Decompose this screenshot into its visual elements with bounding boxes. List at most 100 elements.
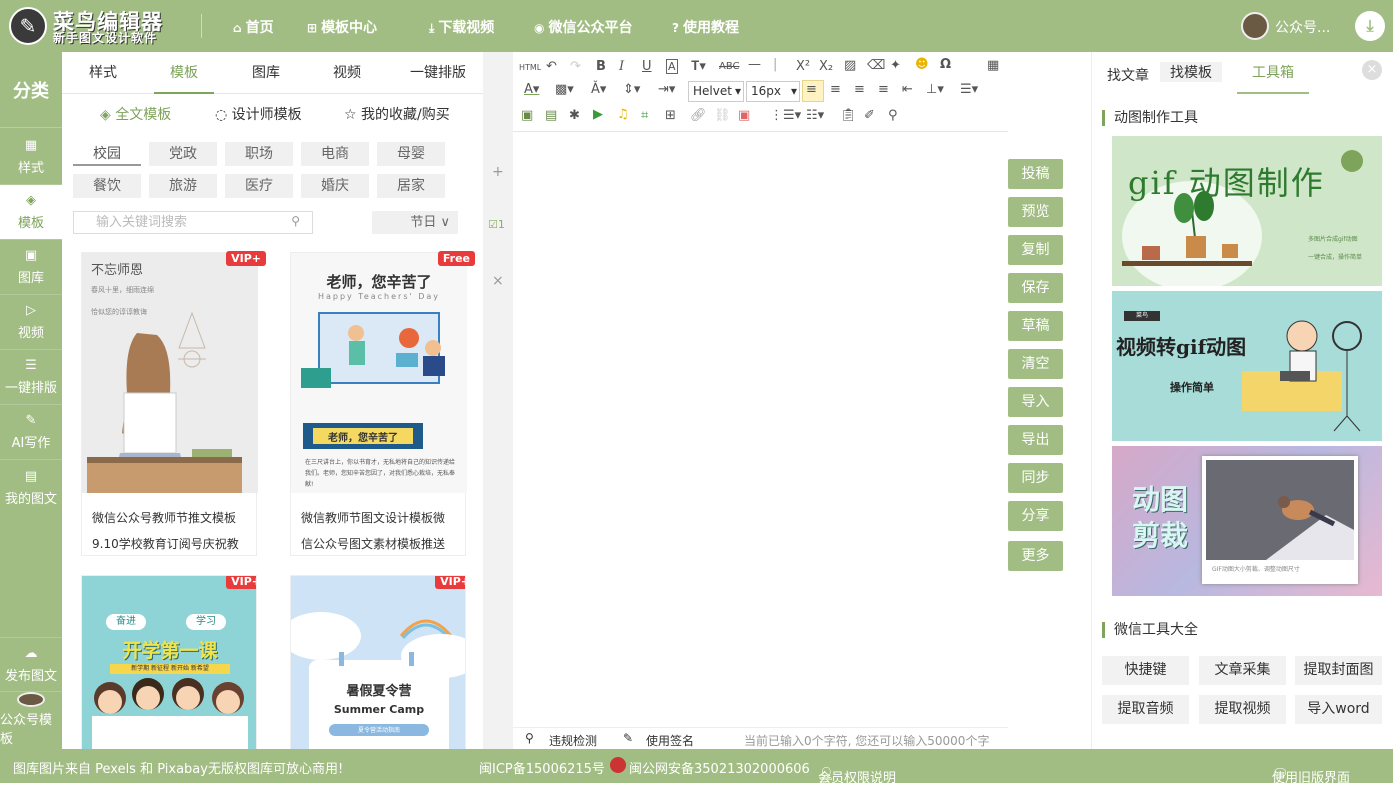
sidebar-item-ai-write[interactable]: ✎ AI写作 — [0, 405, 62, 460]
extract-audio-button[interactable]: 提取音频 — [1102, 695, 1189, 724]
font-color-icon[interactable]: A▾ — [524, 82, 539, 97]
subtab-full-template[interactable]: ◈ 全文模板 — [100, 104, 171, 124]
sidebar-item-template[interactable]: ◈ 模板 — [0, 185, 62, 240]
redo-icon[interactable]: ↷ — [570, 59, 581, 74]
sidebar-item-my-articles[interactable]: ▤ 我的图文 — [0, 460, 62, 515]
nav-wechat[interactable]: ◉ 微信公众平台 — [534, 17, 632, 37]
insert-multi-image-icon[interactable]: ▤ — [545, 108, 557, 123]
plus-icon[interactable]: + — [492, 164, 504, 180]
category-medical[interactable]: 医疗 — [225, 174, 293, 198]
magic-icon[interactable]: ✱ — [569, 108, 580, 123]
nav-home[interactable]: ⌂ 首页 — [233, 17, 274, 37]
close-icon[interactable]: × — [492, 273, 504, 289]
sidebar-item-video[interactable]: ▷ 视频 — [0, 295, 62, 350]
footer-police[interactable]: 闽公网安备35021302000606 — [629, 758, 810, 777]
category-ecommerce[interactable]: 电商 — [301, 142, 369, 166]
align-justify-icon[interactable]: ≡ — [878, 82, 889, 97]
editor-content-area[interactable] — [513, 132, 1008, 727]
subtab-my-favorites[interactable]: ☆ 我的收藏/购买 — [344, 104, 450, 124]
horizontal-rule-icon[interactable]: — — [748, 57, 761, 72]
font-size-select[interactable]: 16px ▾ — [746, 81, 800, 102]
table-icon[interactable]: ⊞ — [665, 108, 676, 123]
search-replace-icon[interactable]: ⚲ — [888, 108, 898, 123]
tab-find-article[interactable]: 找文章 — [1107, 65, 1149, 85]
user-avatar[interactable] — [1241, 12, 1269, 40]
underline-icon[interactable]: U — [642, 59, 652, 74]
tab-template[interactable]: 模板 — [154, 52, 214, 94]
gif-maker-banner[interactable]: gif 动图制作 多图片合成gif动图 一键合成，操作简单 — [1112, 136, 1382, 286]
nav-tutorial[interactable]: ? 使用教程 — [672, 17, 739, 37]
shortcut-button[interactable]: 快捷键 — [1102, 656, 1189, 685]
extract-cover-button[interactable]: 提取封面图 — [1295, 656, 1382, 685]
import-word-button[interactable]: 导入word — [1295, 695, 1382, 724]
background-pattern-icon[interactable]: ▨ — [844, 58, 856, 73]
tab-gallery[interactable]: 图库 — [243, 52, 289, 94]
subtab-designer-template[interactable]: ◌ 设计师模板 — [215, 104, 302, 124]
copy-button[interactable]: 复制 — [1008, 235, 1063, 265]
link-icon[interactable]: 🔗︎ — [690, 108, 707, 123]
template-card[interactable]: VIP+ 暑假夏令营 Summer Camp 夏令营活动指南 — [290, 575, 466, 749]
sidebar-item-gallery[interactable]: ▣ 图库 — [0, 240, 62, 295]
align-center-icon[interactable]: ≡ — [830, 82, 841, 97]
grid-icon[interactable]: ▦ — [987, 58, 999, 73]
category-travel[interactable]: 旅游 — [149, 174, 217, 198]
tab-one-click-layout[interactable]: 一键排版 — [405, 52, 471, 94]
download-icon[interactable]: ⤓ — [1355, 11, 1385, 41]
ordered-list-icon[interactable]: ⋮☰▾ — [770, 108, 801, 123]
tab-toolbox[interactable]: 工具箱 — [1237, 52, 1309, 94]
eraser-icon[interactable]: ⌫ — [867, 58, 885, 73]
extract-video-button[interactable]: 提取视频 — [1199, 695, 1286, 724]
map-icon[interactable]: ⌗ — [641, 108, 648, 123]
template-card[interactable]: VIP+ 奋进 学习 开学第一课 新学期 新征程 新开始 新希望 — [81, 575, 257, 749]
align-right-icon[interactable]: ≡ — [854, 82, 865, 97]
draft-button[interactable]: 草稿 — [1008, 311, 1063, 341]
gif-crop-banner[interactable]: 动图剪裁 GIF动图大小剪裁、调整动图尺寸 — [1112, 446, 1382, 596]
tab-style[interactable]: 样式 — [80, 52, 126, 94]
tab-find-template[interactable]: 找模板 — [1160, 62, 1222, 82]
category-home[interactable]: 居家 — [377, 174, 445, 198]
emoji-icon[interactable]: ☻ — [915, 57, 929, 72]
music-icon[interactable]: ♫ — [617, 107, 629, 122]
user-name[interactable]: 公众号... — [1275, 17, 1330, 37]
template-card[interactable]: Free 老师，您辛苦了 Happy Teachers' Day 老师，您辛苦了… — [290, 251, 475, 556]
signature-button[interactable]: 使用签名 — [646, 732, 694, 749]
sidebar-item-style[interactable]: ▦ 样式 — [0, 130, 62, 185]
outdent-icon[interactable]: ⇤ — [902, 82, 913, 97]
category-campus[interactable]: 校园 — [73, 142, 141, 166]
category-party[interactable]: 党政 — [149, 142, 217, 166]
save-button[interactable]: 保存 — [1008, 273, 1063, 303]
paragraph-format-icon[interactable]: ☰▾ — [960, 82, 978, 97]
tab-video[interactable]: 视频 — [324, 52, 370, 94]
sync-button[interactable]: 同步 — [1008, 463, 1063, 493]
line-height-icon[interactable]: ⇕▾ — [623, 82, 640, 97]
edit-count-icon[interactable]: ☑1 — [488, 218, 505, 231]
strikethrough-icon[interactable]: ABC — [719, 61, 740, 72]
superscript-icon[interactable]: X² — [796, 59, 810, 74]
clipboard-icon[interactable]: 📋︎ — [840, 108, 857, 123]
search-input[interactable] — [74, 212, 274, 233]
sidebar-item-publish[interactable]: ☁ 发布图文 — [0, 637, 62, 692]
bold-icon[interactable]: B — [596, 59, 606, 74]
unordered-list-icon[interactable]: ☷▾ — [806, 108, 824, 123]
undo-icon[interactable]: ↶ — [546, 59, 557, 74]
clear-button[interactable]: 清空 — [1008, 349, 1063, 379]
import-button[interactable]: 导入 — [1008, 387, 1063, 417]
logo-icon[interactable]: ✎ — [9, 7, 47, 45]
anchor-icon[interactable]: ▣ — [738, 108, 750, 123]
search-icon[interactable]: ⚲ — [291, 214, 300, 228]
unlink-icon[interactable]: ⛓︎ — [714, 108, 731, 123]
article-collect-button[interactable]: 文章采集 — [1199, 656, 1286, 685]
border-text-icon[interactable]: A — [666, 59, 678, 74]
category-food[interactable]: 餐饮 — [73, 174, 141, 198]
violation-check-button[interactable]: 违规检测 — [549, 732, 597, 749]
sidebar-item-account-template[interactable]: 公众号模板 — [0, 692, 62, 747]
more-button[interactable]: 更多 — [1008, 541, 1063, 571]
export-button[interactable]: 导出 — [1008, 425, 1063, 455]
indent-icon[interactable]: ⇥▾ — [658, 82, 675, 97]
category-baby[interactable]: 母婴 — [377, 142, 445, 166]
preview-button[interactable]: 预览 — [1008, 197, 1063, 227]
text-case-icon[interactable]: Ǎ▾ — [591, 82, 606, 97]
background-color-icon[interactable]: ▩▾ — [555, 82, 574, 97]
category-workplace[interactable]: 职场 — [225, 142, 293, 166]
share-button[interactable]: 分享 — [1008, 501, 1063, 531]
